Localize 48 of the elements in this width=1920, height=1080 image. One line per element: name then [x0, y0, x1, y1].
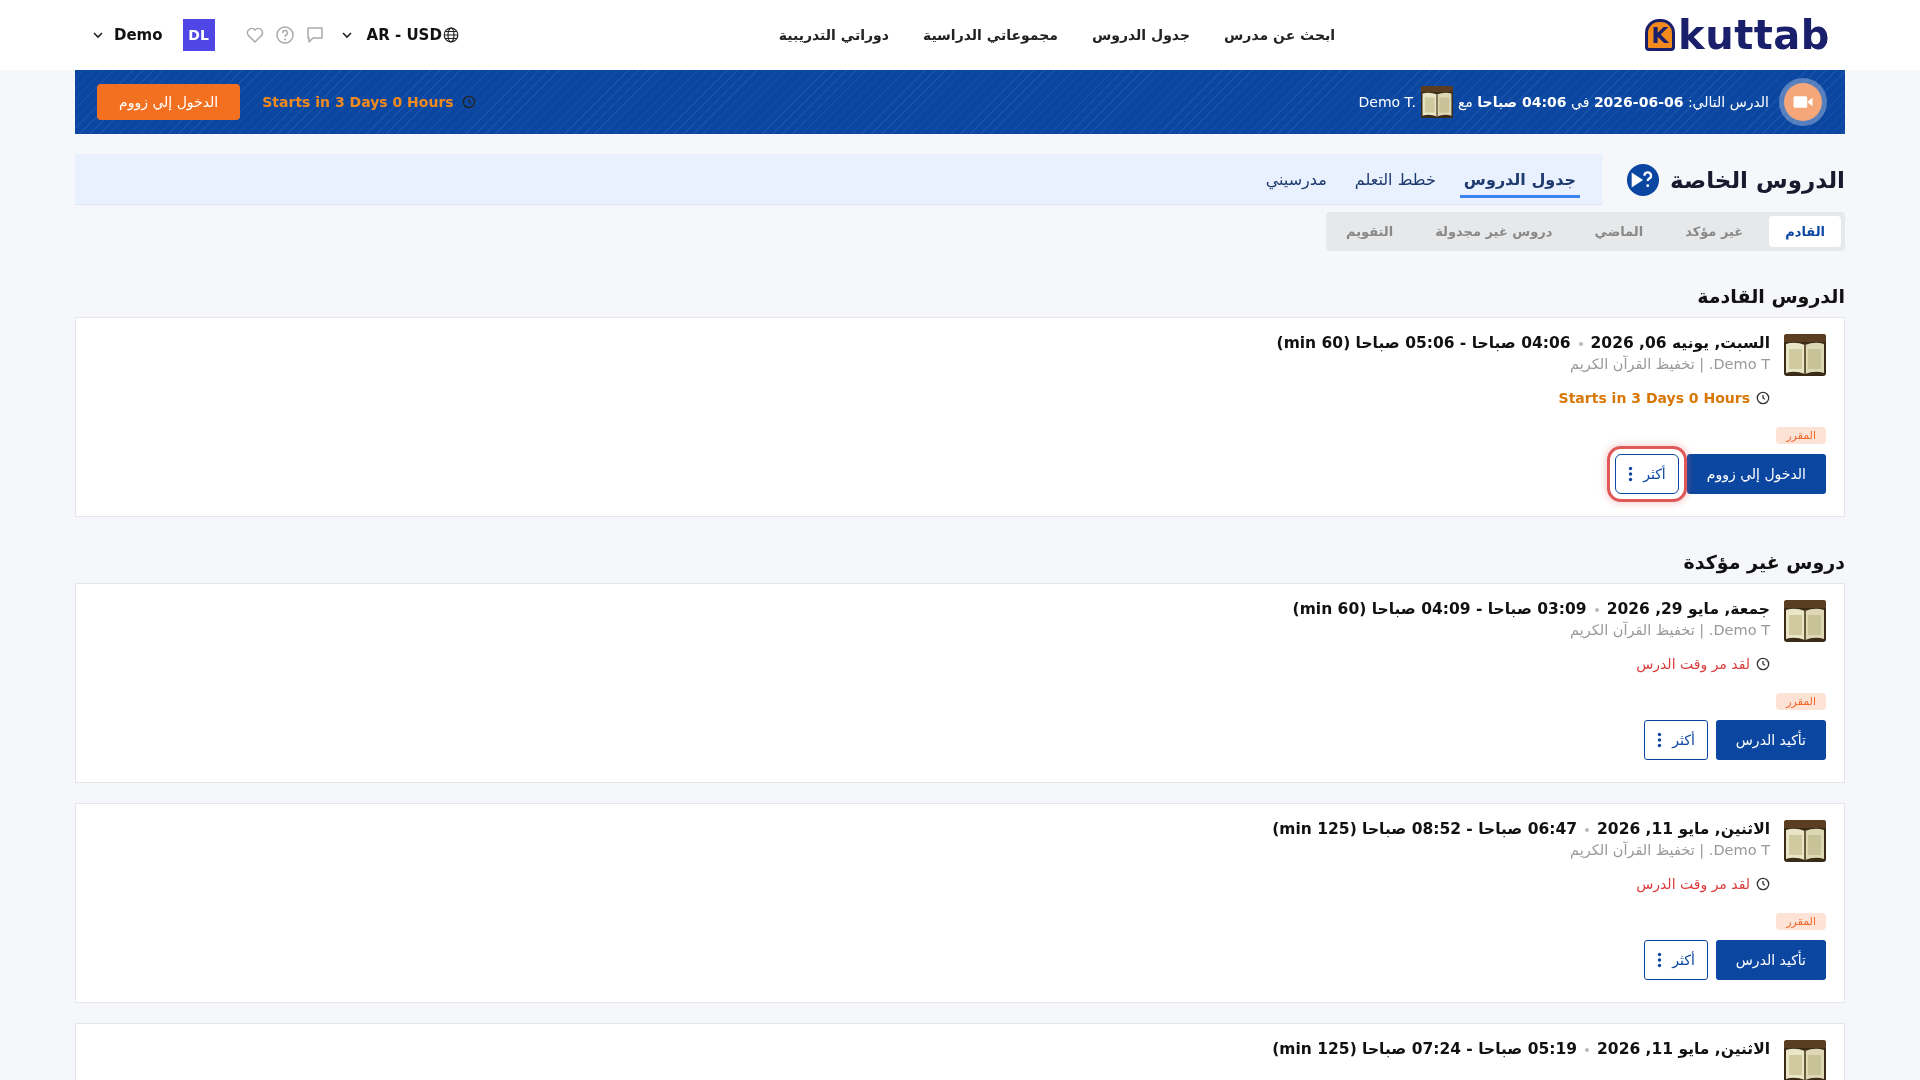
- lesson-teacher: Demo T. | تخفيظ القرآن الكريم: [1569, 622, 1770, 638]
- globe-icon[interactable]: [442, 27, 459, 43]
- logo-mark: K: [1645, 19, 1676, 51]
- lesson-teacher: Demo T. | تخفيظ القرآن الكريم: [1569, 842, 1770, 858]
- kebab-icon: [1657, 952, 1663, 968]
- lesson-status: لقد مر وقت الدرس: [1636, 876, 1750, 892]
- logo-text: kuttab: [1678, 12, 1830, 58]
- filter-tab[interactable]: القادم: [1769, 216, 1841, 247]
- user-name[interactable]: Demo: [114, 26, 163, 44]
- section-title: دروس غير مؤكدة: [1682, 551, 1845, 573]
- play-help-icon[interactable]: [1626, 162, 1660, 197]
- lesson-time: السبت, يونيه 06, 2026 04:06 صباحا - 05:06 صباحا (60 min): [1276, 334, 1770, 352]
- tab[interactable]: مدرسيني: [1261, 160, 1331, 198]
- nav-link[interactable]: ابحث عن مدرس: [1224, 27, 1336, 43]
- course-tag: المقرر: [1776, 427, 1826, 444]
- clock-icon: [1756, 877, 1770, 891]
- teacher-name: Demo T.: [1358, 94, 1416, 110]
- lesson-status: Starts in 3 Days 0 Hours: [1558, 390, 1750, 406]
- video-camera-icon: [1779, 78, 1827, 126]
- primary-button[interactable]: تأكيد الدرس: [1715, 720, 1826, 760]
- lesson-teacher: Demo T. | تخفيظ القرآن الكريم: [1569, 356, 1770, 372]
- primary-button[interactable]: الدخول إلي زووم: [1686, 454, 1826, 494]
- primary-button[interactable]: تأكيد الدرس: [1715, 940, 1826, 980]
- countdown-text: Starts in 3 Days 0 Hours: [262, 94, 454, 110]
- course-tag: المقرر: [1776, 693, 1826, 710]
- lesson-time: جمعة, مايو 29, 2026 03:09 صباحا - 04:09 صباحا (60 min): [1292, 600, 1770, 618]
- nav-link[interactable]: مجموعاتي الدراسية: [922, 27, 1058, 43]
- tab[interactable]: خطط التعلم: [1350, 160, 1440, 198]
- nav-link[interactable]: دوراتي التدريبية: [778, 27, 889, 43]
- chevron-down-icon[interactable]: [340, 29, 353, 41]
- lesson-status: لقد مر وقت الدرس: [1636, 656, 1750, 672]
- clock-icon: [461, 95, 476, 109]
- lesson-time: الاثنين, مايو 11, 2026 05:19 صباحا - 07:24 صباحا (125 min): [1272, 1040, 1770, 1058]
- kebab-icon: [1657, 732, 1663, 748]
- locale-selector[interactable]: AR - USD: [366, 26, 442, 44]
- kebab-icon: [1628, 466, 1634, 482]
- section-title: الدروس القادمة: [1696, 285, 1845, 307]
- more-button[interactable]: أكثر: [1644, 720, 1708, 760]
- chevron-down-icon[interactable]: [92, 29, 104, 41]
- lesson-time: الاثنين, مايو 11, 2026 06:47 صباحا - 08:52 صباحا (125 min): [1272, 820, 1770, 838]
- clock-icon: [1756, 657, 1770, 671]
- tab[interactable]: جدول الدروس: [1459, 160, 1580, 198]
- user-avatar[interactable]: DL: [182, 19, 215, 51]
- course-tag: المقرر: [1776, 913, 1826, 930]
- nav-link[interactable]: جدول الدروس: [1091, 27, 1191, 43]
- clock-icon: [1756, 391, 1770, 405]
- page-title: الدروس الخاصة: [1670, 166, 1845, 193]
- more-button[interactable]: أكثر: [1644, 940, 1708, 980]
